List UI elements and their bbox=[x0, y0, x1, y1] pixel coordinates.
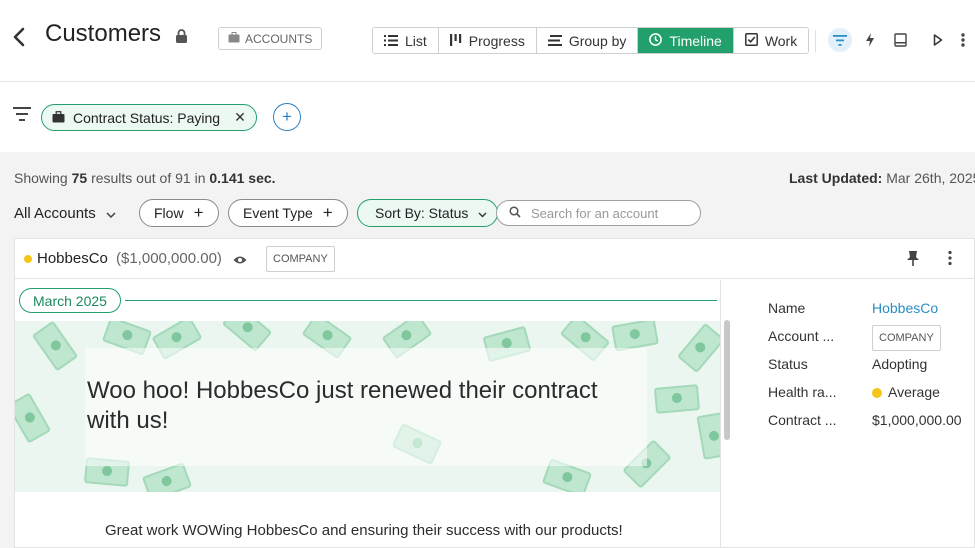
detail-value-status: Adopting bbox=[872, 356, 928, 372]
results-in: in bbox=[194, 170, 206, 186]
clock-icon bbox=[649, 32, 663, 49]
detail-label: Name bbox=[768, 300, 806, 316]
results-summary: Showing 75 results out of 91 in 0.141 se… bbox=[14, 170, 276, 186]
all-accounts-dropdown[interactable]: All Accounts bbox=[14, 205, 116, 222]
remove-filter-icon[interactable]: ✕ bbox=[234, 109, 246, 126]
event-type-filter-button[interactable]: Event Type + bbox=[228, 199, 348, 227]
money-bill-icon bbox=[15, 392, 52, 444]
view-tab-group-by[interactable]: Group by bbox=[536, 28, 639, 53]
flow-filter-button[interactable]: Flow + bbox=[139, 199, 219, 227]
lock-icon bbox=[175, 29, 188, 48]
filter-toggle-icon[interactable] bbox=[828, 28, 852, 52]
health-dot bbox=[872, 388, 882, 398]
money-bill-icon bbox=[31, 321, 79, 372]
detail-value-contract: $1,000,000.00 bbox=[872, 412, 962, 428]
all-accounts-label: All Accounts bbox=[14, 205, 96, 222]
top-bar: Customers ACCOUNTS List Progress Group b… bbox=[0, 0, 975, 82]
account-timeline-panel: HobbesCo ($1,000,000.00) COMPANY March 2… bbox=[14, 238, 975, 548]
detail-label: Health ra... bbox=[768, 384, 837, 400]
more-options-icon[interactable] bbox=[951, 28, 975, 52]
object-type-label: ACCOUNTS bbox=[245, 31, 313, 46]
main-content: Showing 75 results out of 91 in 0.141 se… bbox=[0, 152, 975, 548]
view-switcher: List Progress Group by Timeline Work bbox=[372, 27, 810, 54]
account-more-icon[interactable] bbox=[948, 250, 952, 271]
view-tab-timeline[interactable]: Timeline bbox=[638, 28, 734, 53]
detail-label: Status bbox=[768, 356, 808, 372]
view-tab-work[interactable]: Work bbox=[733, 28, 809, 53]
view-tab-progress[interactable]: Progress bbox=[438, 28, 537, 53]
results-count: 75 bbox=[71, 170, 88, 186]
eye-icon[interactable] bbox=[233, 252, 247, 270]
search-icon bbox=[509, 205, 521, 221]
active-filter-chip[interactable]: Contract Status: Paying ✕ bbox=[41, 104, 257, 131]
play-icon[interactable] bbox=[926, 28, 950, 52]
status-dot bbox=[24, 255, 32, 263]
account-details: Name HobbesCo Account ... COMPANY Status… bbox=[737, 280, 975, 548]
sort-dropdown[interactable]: Sort By: Status bbox=[357, 199, 499, 227]
detail-value-account-type: COMPANY bbox=[872, 325, 941, 351]
detail-value-name[interactable]: HobbesCo bbox=[872, 300, 938, 316]
last-updated-label: Last Updated: bbox=[789, 170, 883, 186]
detail-label: Contract ... bbox=[768, 412, 837, 428]
money-bill-icon bbox=[676, 322, 720, 374]
money-bill-icon bbox=[141, 462, 193, 492]
results-mid: results out of bbox=[91, 170, 172, 186]
scroll-thumb[interactable] bbox=[724, 320, 730, 440]
filter-chip-label: Contract Status: Paying bbox=[73, 109, 221, 126]
chevron-down-icon bbox=[106, 205, 116, 222]
view-tab-list[interactable]: List bbox=[373, 28, 439, 53]
progress-icon bbox=[449, 33, 462, 49]
month-marker: March 2025 bbox=[19, 288, 121, 313]
chevron-down-icon bbox=[478, 205, 487, 221]
event-type-label: Event Type bbox=[243, 205, 313, 221]
account-type-tag: COMPANY bbox=[872, 325, 941, 351]
list-icon bbox=[384, 33, 398, 49]
money-bill-icon bbox=[653, 384, 701, 414]
group-by-icon bbox=[547, 33, 562, 49]
view-tab-label: Group by bbox=[568, 32, 627, 49]
health-label: Average bbox=[888, 384, 940, 400]
object-type-badge[interactable]: ACCOUNTS bbox=[218, 27, 323, 50]
search-placeholder: Search for an account bbox=[531, 205, 659, 221]
sort-label: Sort By: Status bbox=[375, 205, 469, 221]
add-filter-button[interactable]: + bbox=[273, 103, 301, 131]
view-tab-label: Timeline bbox=[669, 32, 722, 49]
plus-icon: + bbox=[193, 203, 204, 222]
lightning-icon[interactable] bbox=[858, 28, 882, 52]
layout-panel-icon[interactable] bbox=[888, 28, 912, 52]
view-tab-label: Progress bbox=[468, 32, 525, 49]
timeline-feed: March 2025 Woo hoo! HobbesCo just renewe… bbox=[15, 280, 721, 548]
briefcase-icon bbox=[52, 110, 65, 126]
detail-value-health: Average bbox=[872, 384, 940, 400]
view-tab-label: List bbox=[405, 32, 427, 49]
account-search-input[interactable]: Search for an account bbox=[496, 200, 701, 226]
last-updated: Last Updated: Mar 26th, 2025 bbox=[789, 170, 975, 186]
toolbar-divider bbox=[815, 30, 816, 52]
checkbox-icon bbox=[744, 32, 758, 49]
last-updated-value: Mar 26th, 2025 bbox=[886, 170, 975, 186]
filter-lines-icon[interactable] bbox=[13, 107, 31, 126]
renewal-message: Great work WOWing HobbesCo and ensuring … bbox=[105, 522, 623, 539]
timeline-scrollbar[interactable] bbox=[723, 305, 731, 545]
account-header: HobbesCo ($1,000,000.00) COMPANY bbox=[15, 239, 974, 279]
pin-icon[interactable] bbox=[906, 250, 920, 272]
month-line bbox=[125, 300, 717, 301]
detail-label: Account ... bbox=[768, 328, 835, 344]
results-time: 0.141 sec. bbox=[209, 170, 276, 186]
renewal-banner: Woo hoo! HobbesCo just renewed their con… bbox=[15, 321, 720, 492]
page-title: Customers bbox=[45, 20, 162, 47]
plus-icon: + bbox=[322, 203, 333, 222]
back-arrow-icon[interactable] bbox=[12, 26, 30, 48]
renewal-headline: Woo hoo! HobbesCo just renewed their con… bbox=[87, 377, 598, 434]
money-bill-icon bbox=[696, 412, 720, 460]
briefcase-icon bbox=[228, 31, 240, 46]
flow-label: Flow bbox=[154, 205, 184, 221]
account-type-tag: COMPANY bbox=[266, 246, 335, 272]
filter-bar: Contract Status: Paying ✕ + bbox=[0, 83, 975, 152]
view-tab-label: Work bbox=[764, 32, 798, 49]
results-total: 91 bbox=[175, 170, 191, 186]
results-prefix: Showing bbox=[14, 170, 68, 186]
account-amount: ($1,000,000.00) bbox=[116, 250, 222, 267]
account-name[interactable]: HobbesCo bbox=[37, 250, 108, 267]
